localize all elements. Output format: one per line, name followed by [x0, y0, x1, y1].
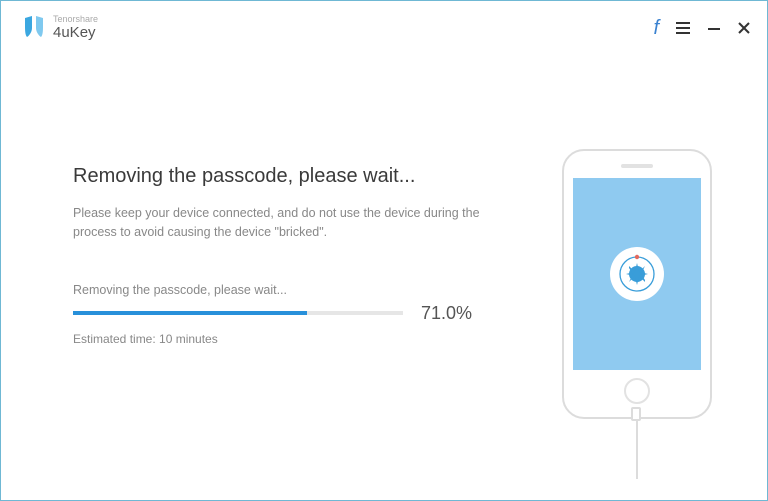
loading-burst-icon	[610, 247, 664, 301]
progress-bar-fill	[73, 311, 307, 315]
menu-icon[interactable]	[675, 20, 691, 36]
estimated-time: Estimated time: 10 minutes	[73, 332, 507, 346]
progress-percent: 71.0%	[421, 303, 472, 324]
cable-connector	[631, 407, 641, 421]
facebook-icon[interactable]: f	[653, 17, 659, 40]
phone-cable	[636, 419, 638, 479]
progress-bar	[73, 311, 403, 315]
close-icon[interactable]	[737, 21, 751, 35]
brand: Tenorshare 4uKey	[23, 15, 98, 41]
brand-logo-icon	[23, 15, 45, 41]
phone-home-button	[624, 378, 650, 404]
minimize-icon[interactable]	[707, 21, 721, 35]
window-controls: f	[653, 17, 751, 40]
right-panel	[547, 149, 727, 479]
titlebar: Tenorshare 4uKey f	[1, 1, 767, 47]
content-area: Removing the passcode, please wait... Pl…	[1, 47, 767, 479]
phone-screen	[573, 178, 701, 370]
phone-illustration	[562, 149, 712, 419]
progress-label: Removing the passcode, please wait...	[73, 283, 507, 297]
progress-row: 71.0%	[73, 303, 507, 324]
phone-speaker	[621, 164, 653, 168]
brand-product: 4uKey	[53, 25, 98, 42]
instruction-text: Please keep your device connected, and d…	[73, 204, 493, 243]
brand-text: Tenorshare 4uKey	[53, 15, 98, 41]
left-panel: Removing the passcode, please wait... Pl…	[73, 149, 507, 479]
page-title: Removing the passcode, please wait...	[73, 165, 507, 188]
